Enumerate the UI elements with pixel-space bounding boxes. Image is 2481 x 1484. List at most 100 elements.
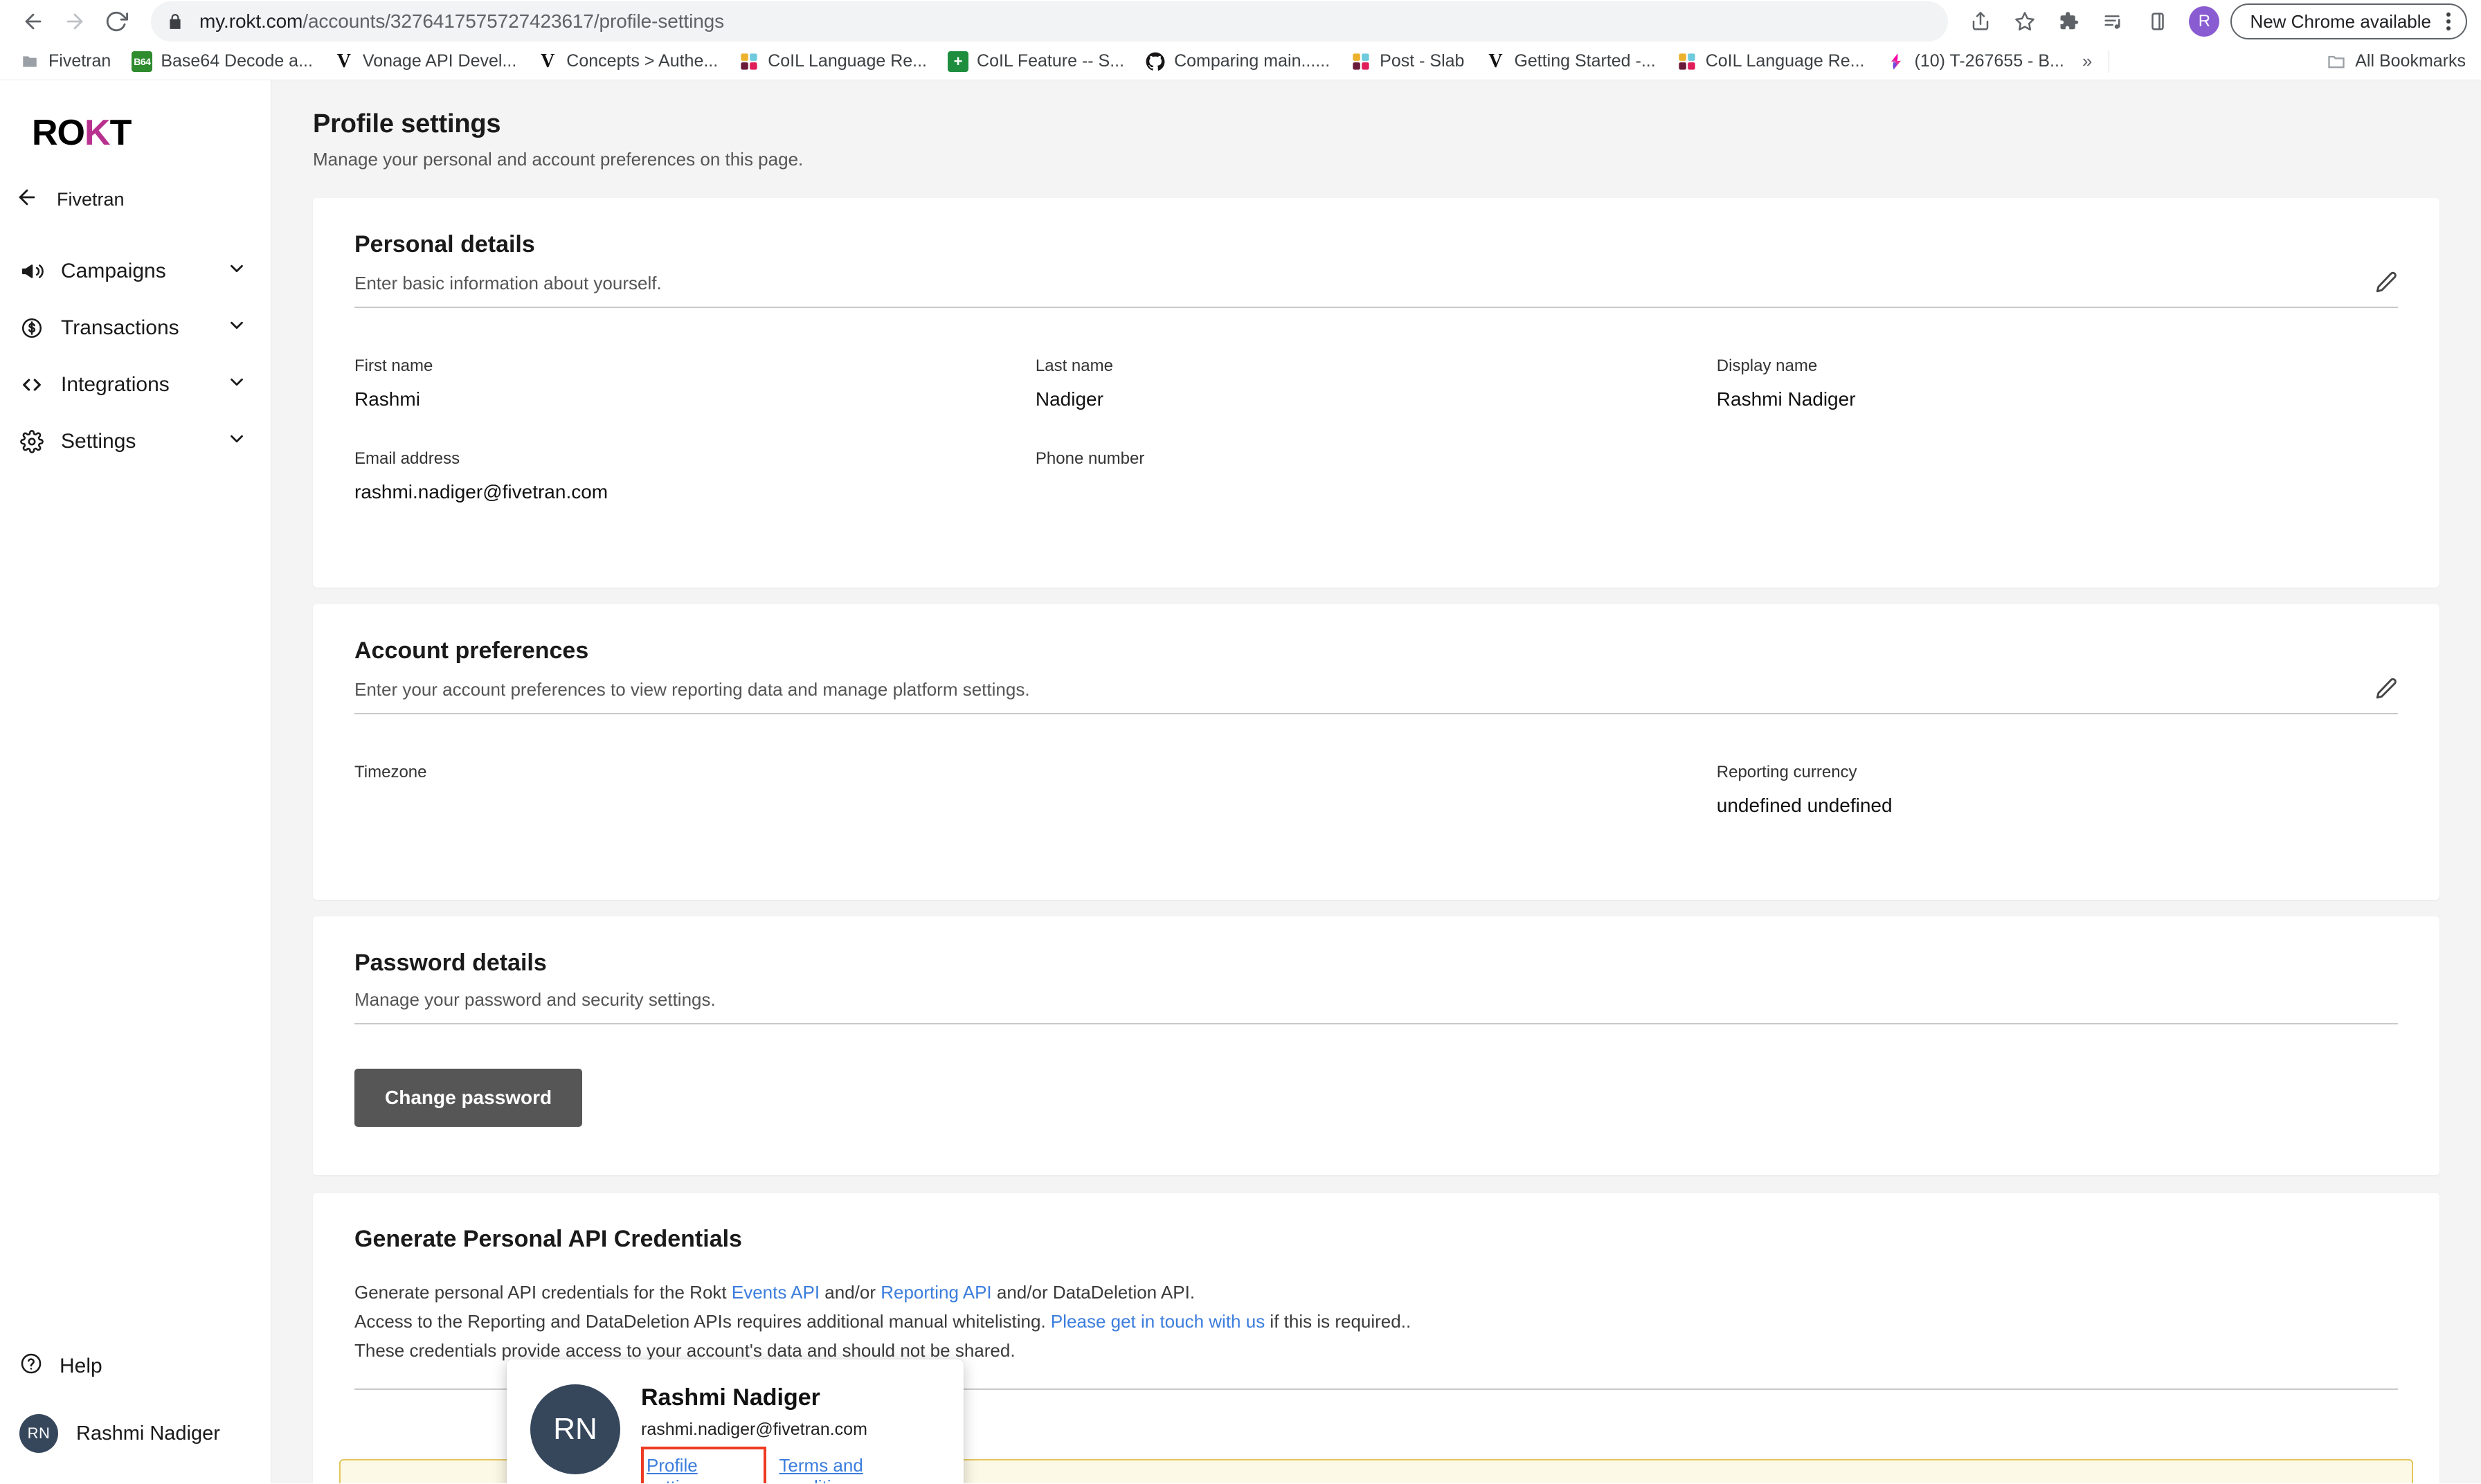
url-text: my.rokt.com/accounts/3276417575727423617…: [199, 10, 724, 33]
back-to-account-button[interactable]: Fivetran: [0, 154, 271, 214]
card-subtitle: Enter your account preferences to view r…: [354, 679, 1030, 700]
bookmarks-bar: Fivetran B64 Base64 Decode a... V Vonage…: [0, 43, 2481, 80]
card-title: Account preferences: [354, 637, 589, 664]
slack-icon: [739, 51, 759, 72]
reading-list-icon[interactable]: [2093, 1, 2133, 42]
sidebar-item-label: Campaigns: [61, 260, 166, 282]
card-title: Personal details: [354, 231, 535, 257]
folder-icon: [19, 51, 40, 72]
bookmark-item[interactable]: (10) T-267655 - B...: [1876, 47, 2074, 76]
code-brackets-icon: [19, 372, 44, 397]
url-host: my.rokt.com: [199, 10, 303, 32]
browser-chrome: my.rokt.com/accounts/3276417575727423617…: [0, 0, 2481, 80]
page-title: Profile settings: [313, 109, 501, 138]
forward-arrow-icon[interactable]: [55, 2, 94, 41]
jira-icon: [1886, 51, 1906, 72]
pencil-icon[interactable]: [2374, 677, 2398, 700]
field-label: Timezone: [354, 763, 427, 781]
puzzle-piece-icon[interactable]: [2049, 1, 2089, 42]
question-circle-icon: [19, 1352, 43, 1381]
sidebar-item-help[interactable]: Help: [0, 1338, 271, 1395]
bookmark-item[interactable]: Comparing main......: [1135, 47, 1339, 76]
slack-icon: [1677, 51, 1697, 72]
sidebar-item-settings[interactable]: Settings: [0, 413, 271, 470]
all-bookmarks-button[interactable]: All Bookmarks: [2326, 51, 2471, 72]
field-label: Reporting currency: [1716, 763, 1857, 781]
rokt-logo[interactable]: ROKT: [0, 97, 271, 154]
field-label: Email address: [354, 449, 460, 468]
field-first-name: First name Rashmi: [354, 356, 1036, 412]
bookmark-item[interactable]: V Vonage API Devel...: [324, 47, 526, 76]
field-last-name: Last name Nadiger: [1036, 356, 1717, 412]
bookmark-item[interactable]: CoIL Language Re...: [729, 47, 937, 76]
field-label: Display name: [1716, 356, 1818, 375]
api-line-2: Access to the Reporting and DataDeletion…: [354, 1307, 2398, 1336]
bookmark-label: CoIL Language Re...: [768, 51, 928, 71]
chevron-down-icon[interactable]: [226, 258, 247, 284]
field-value: Rashmi Nadiger: [1716, 388, 1856, 410]
chevron-down-icon[interactable]: [226, 372, 247, 398]
sidebar: ROKT Fivetran Campaigns Transactions Int…: [0, 80, 271, 1483]
bookmark-label: Post - Slab: [1380, 51, 1465, 71]
field-value: Rashmi: [354, 388, 420, 410]
card-subtitle: Enter basic information about yourself.: [354, 273, 662, 293]
profile-settings-link[interactable]: Profile settings: [641, 1447, 767, 1483]
github-icon: [1145, 51, 1166, 72]
star-icon[interactable]: [2005, 1, 2045, 42]
bookmarks-overflow-icon[interactable]: »: [2075, 51, 2099, 72]
sidebar-user-button[interactable]: RN Rashmi Nadiger: [0, 1395, 271, 1453]
bookmark-label: Fivetran: [48, 51, 111, 71]
events-api-link[interactable]: Events API: [732, 1282, 820, 1303]
page-subtitle: Manage your personal and account prefere…: [313, 149, 804, 170]
change-password-button[interactable]: Change password: [354, 1069, 583, 1127]
app-shell: ROKT Fivetran Campaigns Transactions Int…: [0, 80, 2481, 1483]
bookmark-item[interactable]: V Getting Started -...: [1475, 47, 1665, 76]
reload-icon[interactable]: [97, 2, 136, 41]
logo-prefix: RO: [32, 113, 85, 153]
sidebar-item-campaigns[interactable]: Campaigns: [0, 243, 271, 300]
sidebar-nav: Campaigns Transactions Integrations Sett…: [0, 243, 271, 470]
bookmark-label: Concepts > Authe...: [566, 51, 719, 71]
logo-suffix: T: [109, 113, 132, 153]
popup-user-name: Rashmi Nadiger: [641, 1384, 820, 1411]
api-line1-a: Generate personal API credentials for th…: [354, 1282, 732, 1303]
reporting-api-link[interactable]: Reporting API: [881, 1282, 991, 1303]
chevron-down-icon[interactable]: [226, 315, 247, 341]
bookmark-item[interactable]: B64 Base64 Decode a...: [122, 47, 323, 76]
vonage-icon: V: [541, 51, 555, 72]
chrome-update-button[interactable]: New Chrome available: [2230, 3, 2467, 39]
field-value: [354, 795, 1036, 818]
password-details-card: Password details Manage your password an…: [313, 916, 2439, 1175]
field-empty: [1717, 449, 2398, 505]
slack-icon: [1351, 51, 1371, 72]
field-empty: [1036, 763, 1717, 818]
bookmark-item[interactable]: Fivetran: [10, 47, 120, 76]
terms-and-conditions-link[interactable]: Terms and conditions: [766, 1455, 940, 1483]
personal-details-card: Personal details Enter basic information…: [313, 198, 2439, 588]
url-path: /accounts/3276417575727423617/profile-se…: [303, 10, 725, 32]
share-icon[interactable]: [1960, 1, 2001, 42]
pencil-icon[interactable]: [2374, 271, 2398, 294]
bookmark-label: Vonage API Devel...: [362, 51, 517, 71]
kebab-menu-icon[interactable]: [2439, 12, 2457, 30]
field-label: Last name: [1035, 356, 1113, 375]
sidebar-item-label: Integrations: [61, 373, 170, 396]
help-label: Help: [60, 1355, 102, 1377]
sidebar-item-integrations[interactable]: Integrations: [0, 356, 271, 413]
address-bar[interactable]: my.rokt.com/accounts/3276417575727423617…: [151, 1, 1949, 42]
bookmark-item[interactable]: Post - Slab: [1341, 47, 1474, 76]
bookmark-item[interactable]: CoIL Language Re...: [1667, 47, 1875, 76]
side-panel-icon[interactable]: [2138, 1, 2178, 42]
sidebar-footer: Help RN Rashmi Nadiger: [0, 1338, 271, 1483]
profile-avatar[interactable]: R: [2189, 6, 2220, 37]
bookmark-item[interactable]: + CoIL Feature -- S...: [938, 47, 1134, 76]
api-line1-b: and/or: [820, 1282, 881, 1303]
bookmark-label: Comparing main......: [1174, 51, 1330, 71]
chevron-down-icon[interactable]: [226, 428, 247, 455]
toolbar-icon-group: R New Chrome available: [1960, 1, 2467, 42]
sidebar-item-transactions[interactable]: Transactions: [0, 300, 271, 356]
bookmark-label: (10) T-267655 - B...: [1914, 51, 2064, 71]
back-arrow-icon[interactable]: [14, 2, 53, 41]
get-in-touch-link[interactable]: Please get in touch with us: [1051, 1311, 1265, 1332]
bookmark-item[interactable]: V Concepts > Authe...: [527, 47, 728, 76]
